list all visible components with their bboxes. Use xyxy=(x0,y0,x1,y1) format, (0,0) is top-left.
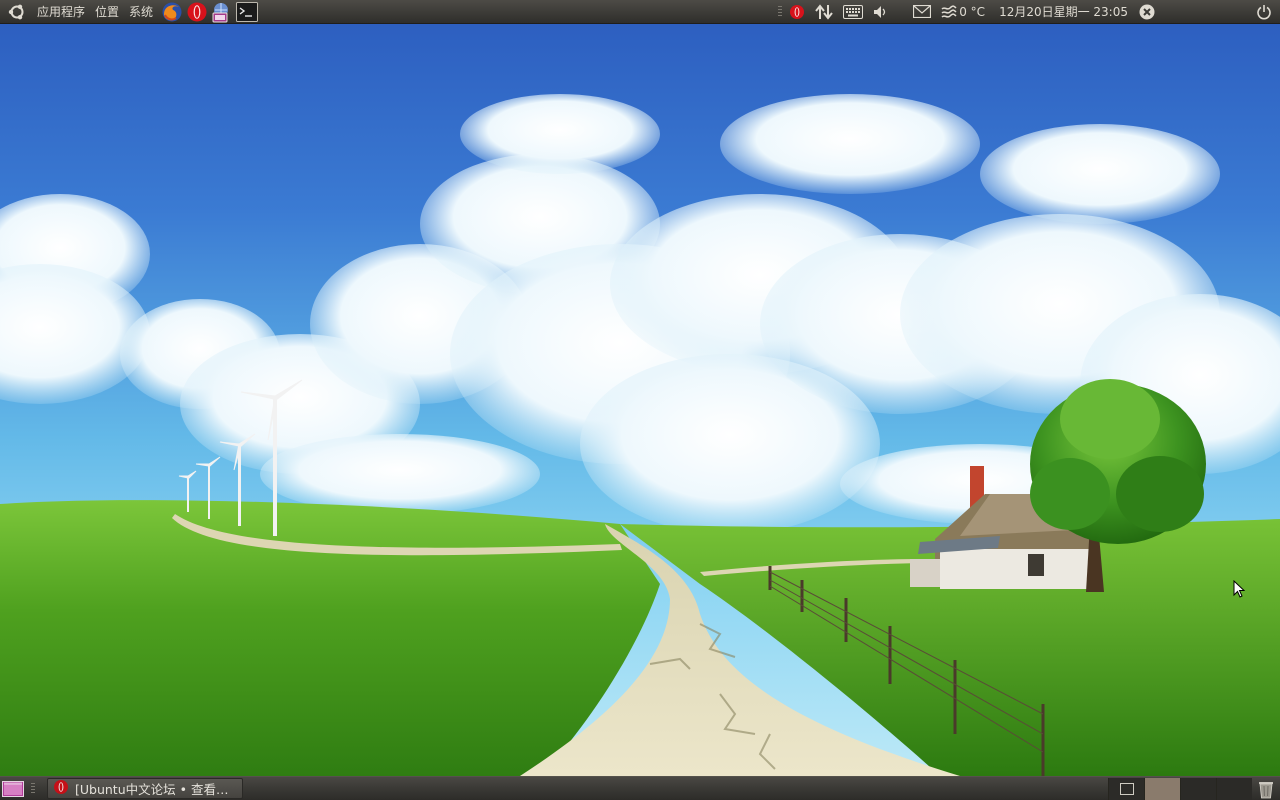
clock[interactable]: 12月20日星期一 23:05 xyxy=(991,0,1134,24)
power-icon[interactable] xyxy=(1248,0,1280,24)
panel-menus: 应用程序 位置 系统 xyxy=(0,0,259,24)
panel-grip xyxy=(778,5,783,18)
left-hill xyxy=(0,500,660,776)
panel-tray: 0 °C 12月20日星期一 23:05 xyxy=(772,0,1280,24)
mouse-cursor xyxy=(1233,580,1245,598)
weather-temperature[interactable]: 0 °C xyxy=(959,0,991,24)
bottom-panel: [Ubuntu中文论坛 • 查看… xyxy=(0,776,1280,800)
ubuntu-logo-icon[interactable] xyxy=(7,2,27,22)
bottom-panel-grip xyxy=(31,782,35,795)
show-desktop-icon[interactable] xyxy=(1,778,25,800)
trash-icon[interactable] xyxy=(1254,778,1278,800)
network-manager-icon[interactable] xyxy=(211,1,233,23)
menu-system[interactable]: 系统 xyxy=(124,0,158,24)
workspace-window-thumbnail xyxy=(1119,782,1134,795)
volume-icon[interactable] xyxy=(868,0,894,24)
taskbar-window-title: [Ubuntu中文论坛 • 查看… xyxy=(75,782,229,797)
taskbar-window-button[interactable]: [Ubuntu中文论坛 • 查看… xyxy=(47,778,243,799)
mail-icon[interactable] xyxy=(908,0,936,24)
top-panel: 应用程序 位置 系统 0 °C 12月20日星期一 23:05 xyxy=(0,0,1280,24)
workspace-3[interactable] xyxy=(1180,777,1216,800)
menu-places[interactable]: 位置 xyxy=(90,0,124,24)
opera-icon xyxy=(53,779,69,798)
close-session-icon[interactable] xyxy=(1134,0,1160,24)
menu-applications[interactable]: 应用程序 xyxy=(32,0,90,24)
desktop-wallpaper xyxy=(0,24,1280,776)
opera-tray-icon[interactable] xyxy=(784,0,810,24)
weather-fog-icon[interactable] xyxy=(936,0,959,24)
network-updown-icon[interactable] xyxy=(810,0,838,24)
opera-icon[interactable] xyxy=(186,1,208,23)
workspace-switcher xyxy=(1108,777,1252,800)
terminal-icon[interactable] xyxy=(236,1,259,23)
workspace-1[interactable] xyxy=(1108,777,1144,800)
workspace-4[interactable] xyxy=(1216,777,1252,800)
firefox-icon[interactable] xyxy=(161,1,183,23)
keyboard-icon[interactable] xyxy=(838,0,868,24)
workspace-2[interactable] xyxy=(1144,777,1180,800)
